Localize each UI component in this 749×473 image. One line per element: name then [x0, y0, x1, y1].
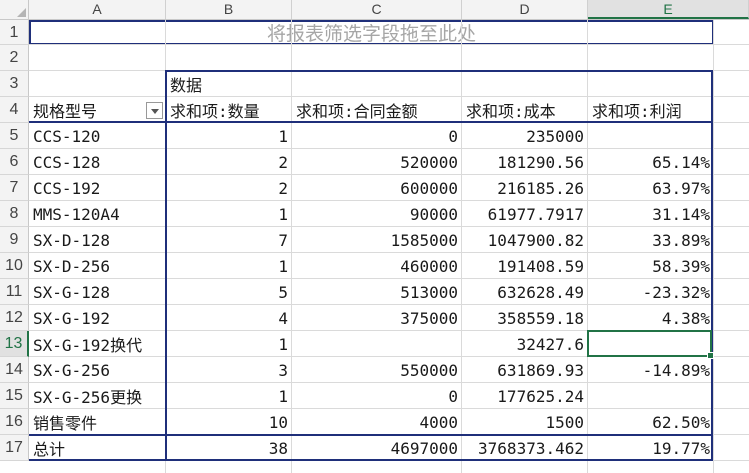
row-header-4[interactable]: 4	[0, 97, 29, 123]
pivot-value-cell[interactable]: 0	[292, 123, 462, 149]
pivot-row-label[interactable]: SX-D-128	[29, 227, 166, 253]
pivot-value-cell[interactable]: 1	[166, 201, 292, 227]
row-header-5[interactable]: 5	[0, 123, 29, 149]
gridline-horizontal	[29, 44, 749, 45]
pivot-value-cell[interactable]: 632628.49	[462, 279, 588, 305]
pivot-value-cell[interactable]: 5	[166, 279, 292, 305]
pivot-value-cell[interactable]: 1	[166, 331, 292, 357]
pivot-row-label[interactable]: 销售零件	[29, 409, 166, 435]
spreadsheet: ABCDE 1 2 3 4 5 6 7 8 9 10 11 12 13 14 15 16 17 将报表筛选字段拖…	[0, 0, 749, 473]
pivot-value-cell[interactable]: 1585000	[292, 227, 462, 253]
pivot-value-cell[interactable]: 358559.18	[462, 305, 588, 331]
pivot-value-cell[interactable]: 61977.7917	[462, 201, 588, 227]
pivot-value-cell[interactable]	[588, 383, 714, 409]
pivot-value-cell[interactable]: 0	[292, 383, 462, 409]
row-header-14[interactable]: 14	[0, 357, 29, 383]
pivot-row-label[interactable]: SX-G-192	[29, 305, 166, 331]
row-header-10[interactable]: 10	[0, 253, 29, 279]
row-header-11[interactable]: 11	[0, 279, 29, 305]
pivot-row-label[interactable]: MMS-120A4	[29, 201, 166, 227]
pivot-row-label[interactable]: SX-G-192换代	[29, 331, 166, 357]
pivot-value-cell[interactable]	[292, 331, 462, 357]
pivot-value-cell[interactable]: 7	[166, 227, 292, 253]
row-header-16[interactable]: 16	[0, 409, 29, 435]
pivot-value-cell[interactable]: 19.77%	[588, 435, 714, 461]
pivot-value-cell[interactable]: 235000	[462, 123, 588, 149]
pivot-value-header[interactable]: 求和项:合同金额	[292, 97, 462, 123]
pivot-value-cell[interactable]: 1500	[462, 409, 588, 435]
pivot-row-label[interactable]: SX-D-256	[29, 253, 166, 279]
pivot-row-label[interactable]: SX-G-128	[29, 279, 166, 305]
filter-dropdown-icon[interactable]	[146, 102, 163, 119]
pivot-value-cell[interactable]: 63.97%	[588, 175, 714, 201]
column-header-bar: ABCDE	[0, 0, 749, 20]
row-header-2[interactable]: 2	[0, 45, 29, 71]
row-header-12[interactable]: 12	[0, 305, 29, 331]
pivot-value-cell[interactable]: -14.89%	[588, 357, 714, 383]
pivot-value-cell[interactable]: 90000	[292, 201, 462, 227]
pivot-value-cell[interactable]: 177625.24	[462, 383, 588, 409]
pivot-row-label[interactable]: CCS-128	[29, 149, 166, 175]
report-filter-drop-zone[interactable]: 将报表筛选字段拖至此处	[29, 20, 714, 45]
pivot-row-label[interactable]: CCS-120	[29, 123, 166, 149]
pivot-value-header[interactable]: 求和项:成本	[462, 97, 588, 123]
row-header-7[interactable]: 7	[0, 175, 29, 201]
row-header-13[interactable]: 13	[0, 331, 29, 357]
pivot-row-label[interactable]: CCS-192	[29, 175, 166, 201]
pivot-value-header[interactable]: 求和项:数量	[166, 97, 292, 123]
row-header-6[interactable]: 6	[0, 149, 29, 175]
pivot-value-header[interactable]: 求和项:利润	[588, 97, 714, 123]
pivot-value-cell[interactable]: 1	[166, 123, 292, 149]
pivot-value-cell[interactable]: 4697000	[292, 435, 462, 461]
pivot-value-cell[interactable]: 4.38%	[588, 305, 714, 331]
column-header-e[interactable]: E	[588, 0, 749, 19]
pivot-value-cell[interactable]: 4	[166, 305, 292, 331]
column-header-a[interactable]: A	[29, 0, 166, 19]
pivot-value-cell[interactable]: 216185.26	[462, 175, 588, 201]
pivot-value-cell[interactable]: 181290.56	[462, 149, 588, 175]
pivot-value-cell[interactable]: 31.14%	[588, 201, 714, 227]
pivot-value-cell[interactable]: 1047900.82	[462, 227, 588, 253]
pivot-value-cell[interactable]: 1	[166, 383, 292, 409]
pivot-value-cell[interactable]	[588, 123, 714, 149]
pivot-value-cell[interactable]: 62.50%	[588, 409, 714, 435]
row-header-17[interactable]: 17	[0, 435, 29, 461]
cell-grid[interactable]: 将报表筛选字段拖至此处 数据 规格型号 求和项:数量 求和项:合同金额 求和项:成本 求和…	[29, 20, 749, 473]
pivot-value-cell[interactable]: 4000	[292, 409, 462, 435]
pivot-value-cell[interactable]: 38	[166, 435, 292, 461]
row-header-1[interactable]: 1	[0, 20, 29, 45]
pivot-value-cell[interactable]: 3	[166, 357, 292, 383]
pivot-value-cell[interactable]: 1	[166, 253, 292, 279]
pivot-value-cell[interactable]: 33.89%	[588, 227, 714, 253]
pivot-value-cell[interactable]: 10	[166, 409, 292, 435]
pivot-value-cell[interactable]: 550000	[292, 357, 462, 383]
pivot-row-label[interactable]: SX-G-256	[29, 357, 166, 383]
active-cell-selection[interactable]	[587, 330, 714, 359]
pivot-value-cell[interactable]: 191408.59	[462, 253, 588, 279]
pivot-value-cell[interactable]: 3768373.462	[462, 435, 588, 461]
pivot-value-cell[interactable]: 2	[166, 175, 292, 201]
column-header-d[interactable]: D	[462, 0, 588, 19]
column-header-b[interactable]: B	[166, 0, 292, 19]
row-header-15[interactable]: 15	[0, 383, 29, 409]
pivot-value-cell[interactable]: -23.32%	[588, 279, 714, 305]
pivot-value-cell[interactable]: 32427.6	[462, 331, 588, 357]
row-header-9[interactable]: 9	[0, 227, 29, 253]
pivot-value-cell[interactable]: 65.14%	[588, 149, 714, 175]
pivot-value-cell[interactable]: 460000	[292, 253, 462, 279]
pivot-value-cell[interactable]: 520000	[292, 149, 462, 175]
pivot-data-label[interactable]: 数据	[166, 71, 714, 97]
pivot-value-cell[interactable]: 631869.93	[462, 357, 588, 383]
select-all-corner[interactable]	[0, 0, 29, 19]
pivot-value-cell[interactable]: 513000	[292, 279, 462, 305]
pivot-value-cell[interactable]: 2	[166, 149, 292, 175]
column-header-c[interactable]: C	[292, 0, 462, 19]
pivot-value-cell[interactable]: 375000	[292, 305, 462, 331]
row-header-3[interactable]: 3	[0, 71, 29, 97]
pivot-row-label[interactable]: SX-G-256更换	[29, 383, 166, 409]
pivot-value-cell[interactable]: 600000	[292, 175, 462, 201]
row-header-8[interactable]: 8	[0, 201, 29, 227]
pivot-row-label[interactable]: 总计	[29, 435, 166, 461]
pivot-value-cell[interactable]: 58.39%	[588, 253, 714, 279]
